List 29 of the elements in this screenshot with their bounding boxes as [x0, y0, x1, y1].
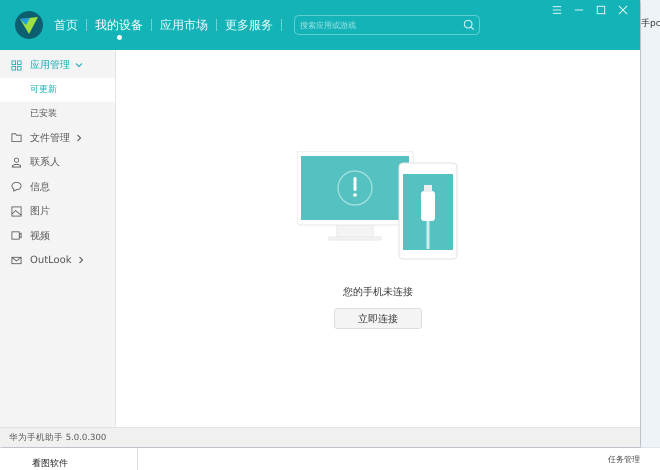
grid-icon [11, 60, 22, 71]
sidebar-item[interactable]: 图片 [0, 199, 115, 224]
image-icon [11, 206, 22, 217]
connect-button[interactable]: 立即连接 [334, 308, 422, 329]
sidebar-item[interactable]: OutLook [0, 248, 115, 272]
close-icon[interactable] [618, 5, 628, 15]
logo-icon [14, 10, 44, 40]
chevron-down-icon [75, 61, 83, 70]
chevron-right-icon [75, 134, 83, 142]
not-connected-message: 您的手机未连接 [343, 286, 413, 299]
chevron-right-icon [76, 256, 85, 264]
sidebar-item[interactable]: 视频 [0, 224, 115, 248]
menu-icon[interactable] [552, 5, 562, 15]
search-icon[interactable] [463, 19, 475, 31]
sidebar-subitem[interactable]: 已安装 [0, 102, 115, 126]
search-field[interactable]: 搜索应用或游戏 [294, 15, 480, 35]
background-text: 任务管理 [608, 454, 640, 464]
person-icon [11, 156, 22, 168]
mail-icon [11, 254, 22, 266]
folder-icon [11, 132, 22, 144]
version-text: 华为手机助手 5.0.0.300 [9, 432, 106, 444]
background-text: 手pc [641, 18, 660, 30]
sidebar-item[interactable]: 文件管理 [0, 126, 115, 150]
video-icon [11, 230, 22, 242]
bubble-icon [11, 181, 22, 192]
sidebar-item[interactable]: 信息 [0, 174, 115, 199]
folder-tree-item: 看图软件 [32, 459, 68, 469]
sidebar-item[interactable]: 联系人 [0, 150, 115, 174]
maximize-icon[interactable] [596, 5, 606, 15]
